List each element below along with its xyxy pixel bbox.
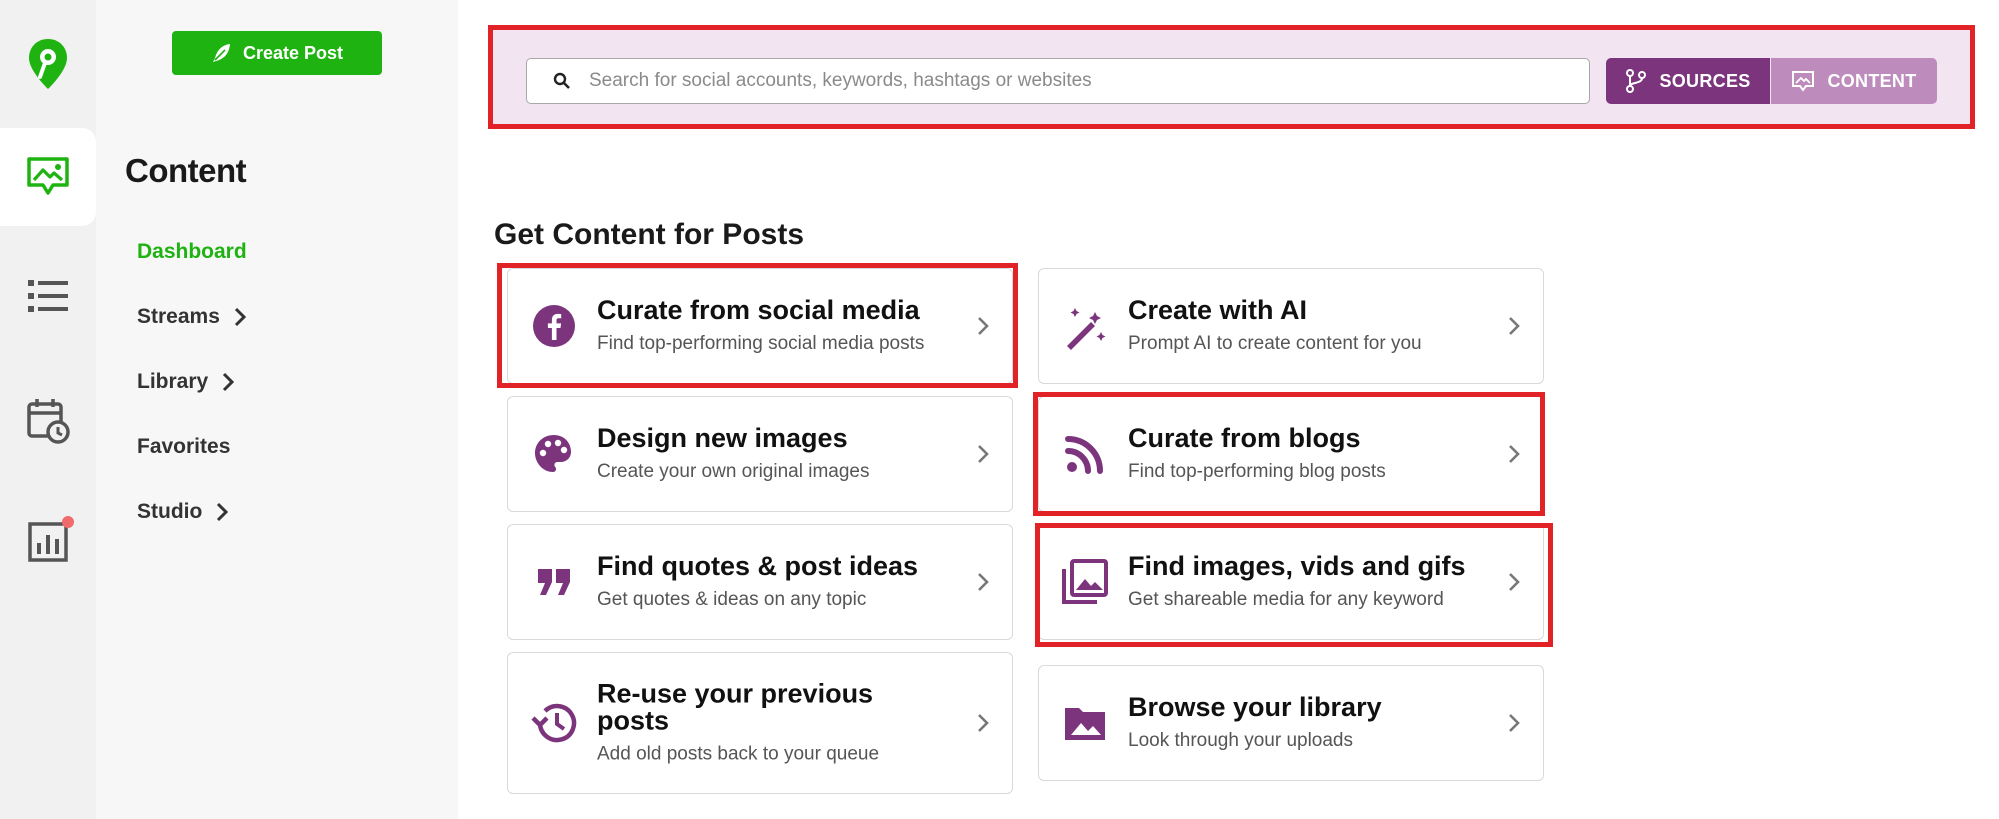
list-icon[interactable] <box>0 248 96 344</box>
feather-icon <box>212 44 230 62</box>
sidebar-item-studio[interactable]: Studio <box>137 500 229 524</box>
card-subtitle: Get shareable media for any keyword <box>1128 589 1444 610</box>
magic-wand-icon <box>1061 302 1109 350</box>
sidebar-item-label: Streams <box>137 305 220 328</box>
sidebar-item-library[interactable]: Library <box>137 370 235 394</box>
create-post-button[interactable]: Create Post <box>172 31 382 75</box>
card-subtitle: Find top-performing blog posts <box>1128 461 1386 482</box>
search-box[interactable] <box>526 58 1590 104</box>
content-toggle-button[interactable]: CONTENT <box>1771 58 1937 104</box>
content-image-icon[interactable] <box>0 128 96 226</box>
card-title: Design new images <box>597 423 848 453</box>
card-title: Re-use your previous posts <box>597 678 874 736</box>
card-subtitle: Prompt AI to create content for you <box>1128 333 1422 354</box>
history-icon <box>530 699 578 747</box>
content-image-icon <box>1792 71 1815 92</box>
chevron-right-icon <box>217 502 229 522</box>
content-label: CONTENT <box>1827 70 1917 91</box>
card-title: Curate from social media <box>597 295 920 325</box>
search-icon <box>553 72 570 89</box>
calendar-clock-icon[interactable] <box>0 372 96 468</box>
palette-icon <box>530 430 578 478</box>
chevron-right-icon <box>1509 714 1520 732</box>
sidebar-item-label: Library <box>137 370 209 393</box>
chevron-right-icon <box>978 714 989 732</box>
folder-image-icon <box>1061 699 1109 747</box>
quote-icon <box>530 558 578 606</box>
chevron-right-icon <box>978 317 989 335</box>
chevron-right-icon <box>1509 573 1520 591</box>
image-library-icon <box>1061 558 1109 606</box>
search-band: SOURCES CONTENT <box>488 25 1975 129</box>
sidebar-item-streams[interactable]: Streams <box>137 305 246 329</box>
sources-toggle-button[interactable]: SOURCES <box>1606 58 1770 104</box>
card-reuse-posts[interactable]: Re-use your previous posts Add old posts… <box>507 652 1013 794</box>
sidebar-item-label: Studio <box>137 500 203 523</box>
card-subtitle: Get quotes & ideas on any topic <box>597 589 867 610</box>
card-create-ai[interactable]: Create with AI Prompt AI to create conte… <box>1038 268 1544 384</box>
card-design-images[interactable]: Design new images Create your own origin… <box>507 396 1013 512</box>
chevron-right-icon <box>1509 445 1520 463</box>
card-title: Find images, vids and gifs <box>1128 551 1466 581</box>
sidebar-item-favorites[interactable]: Favorites <box>137 435 230 459</box>
sidebar-item-dashboard[interactable]: Dashboard <box>137 240 247 264</box>
rss-icon <box>1061 430 1109 478</box>
card-find-media[interactable]: Find images, vids and gifs Get shareable… <box>1038 524 1544 640</box>
chevron-right-icon <box>978 445 989 463</box>
card-title: Curate from blogs <box>1128 423 1361 453</box>
card-title: Create with AI <box>1128 295 1308 325</box>
card-title: Browse your library <box>1128 692 1382 722</box>
sidebar: Create Post Content Dashboard Streams Li… <box>96 0 458 819</box>
card-subtitle: Add old posts back to your queue <box>597 743 880 765</box>
branch-icon <box>1626 69 1647 93</box>
search-input[interactable] <box>587 69 1589 93</box>
sidebar-item-label: Favorites <box>137 435 231 458</box>
section-title: Get Content for Posts <box>494 218 805 251</box>
card-browse-library[interactable]: Browse your library Look through your up… <box>1038 665 1544 781</box>
facebook-icon <box>530 302 578 350</box>
sidebar-heading: Content <box>125 152 247 189</box>
card-curate-social[interactable]: Curate from social media Find top-perfor… <box>507 268 1013 384</box>
card-subtitle: Look through your uploads <box>1128 730 1353 751</box>
chevron-right-icon <box>1509 317 1520 335</box>
card-curate-blogs[interactable]: Curate from blogs Find top-performing bl… <box>1038 396 1544 512</box>
card-quotes-ideas[interactable]: Find quotes & post ideas Get quotes & id… <box>507 524 1013 640</box>
chevron-right-icon <box>978 573 989 591</box>
create-post-label: Create Post <box>242 42 344 63</box>
chevron-right-icon <box>234 307 246 327</box>
card-subtitle: Create your own original images <box>597 461 870 482</box>
card-subtitle: Find top-performing social media posts <box>597 333 925 354</box>
sidebar-item-label: Dashboard <box>137 240 247 263</box>
sources-label: SOURCES <box>1659 70 1751 91</box>
icon-rail <box>0 0 96 819</box>
card-title: Find quotes & post ideas <box>597 551 919 581</box>
chevron-right-icon <box>223 372 235 392</box>
notification-dot <box>62 516 74 528</box>
bar-chart-icon[interactable] <box>0 494 96 590</box>
logo-pin-icon[interactable] <box>0 4 96 124</box>
